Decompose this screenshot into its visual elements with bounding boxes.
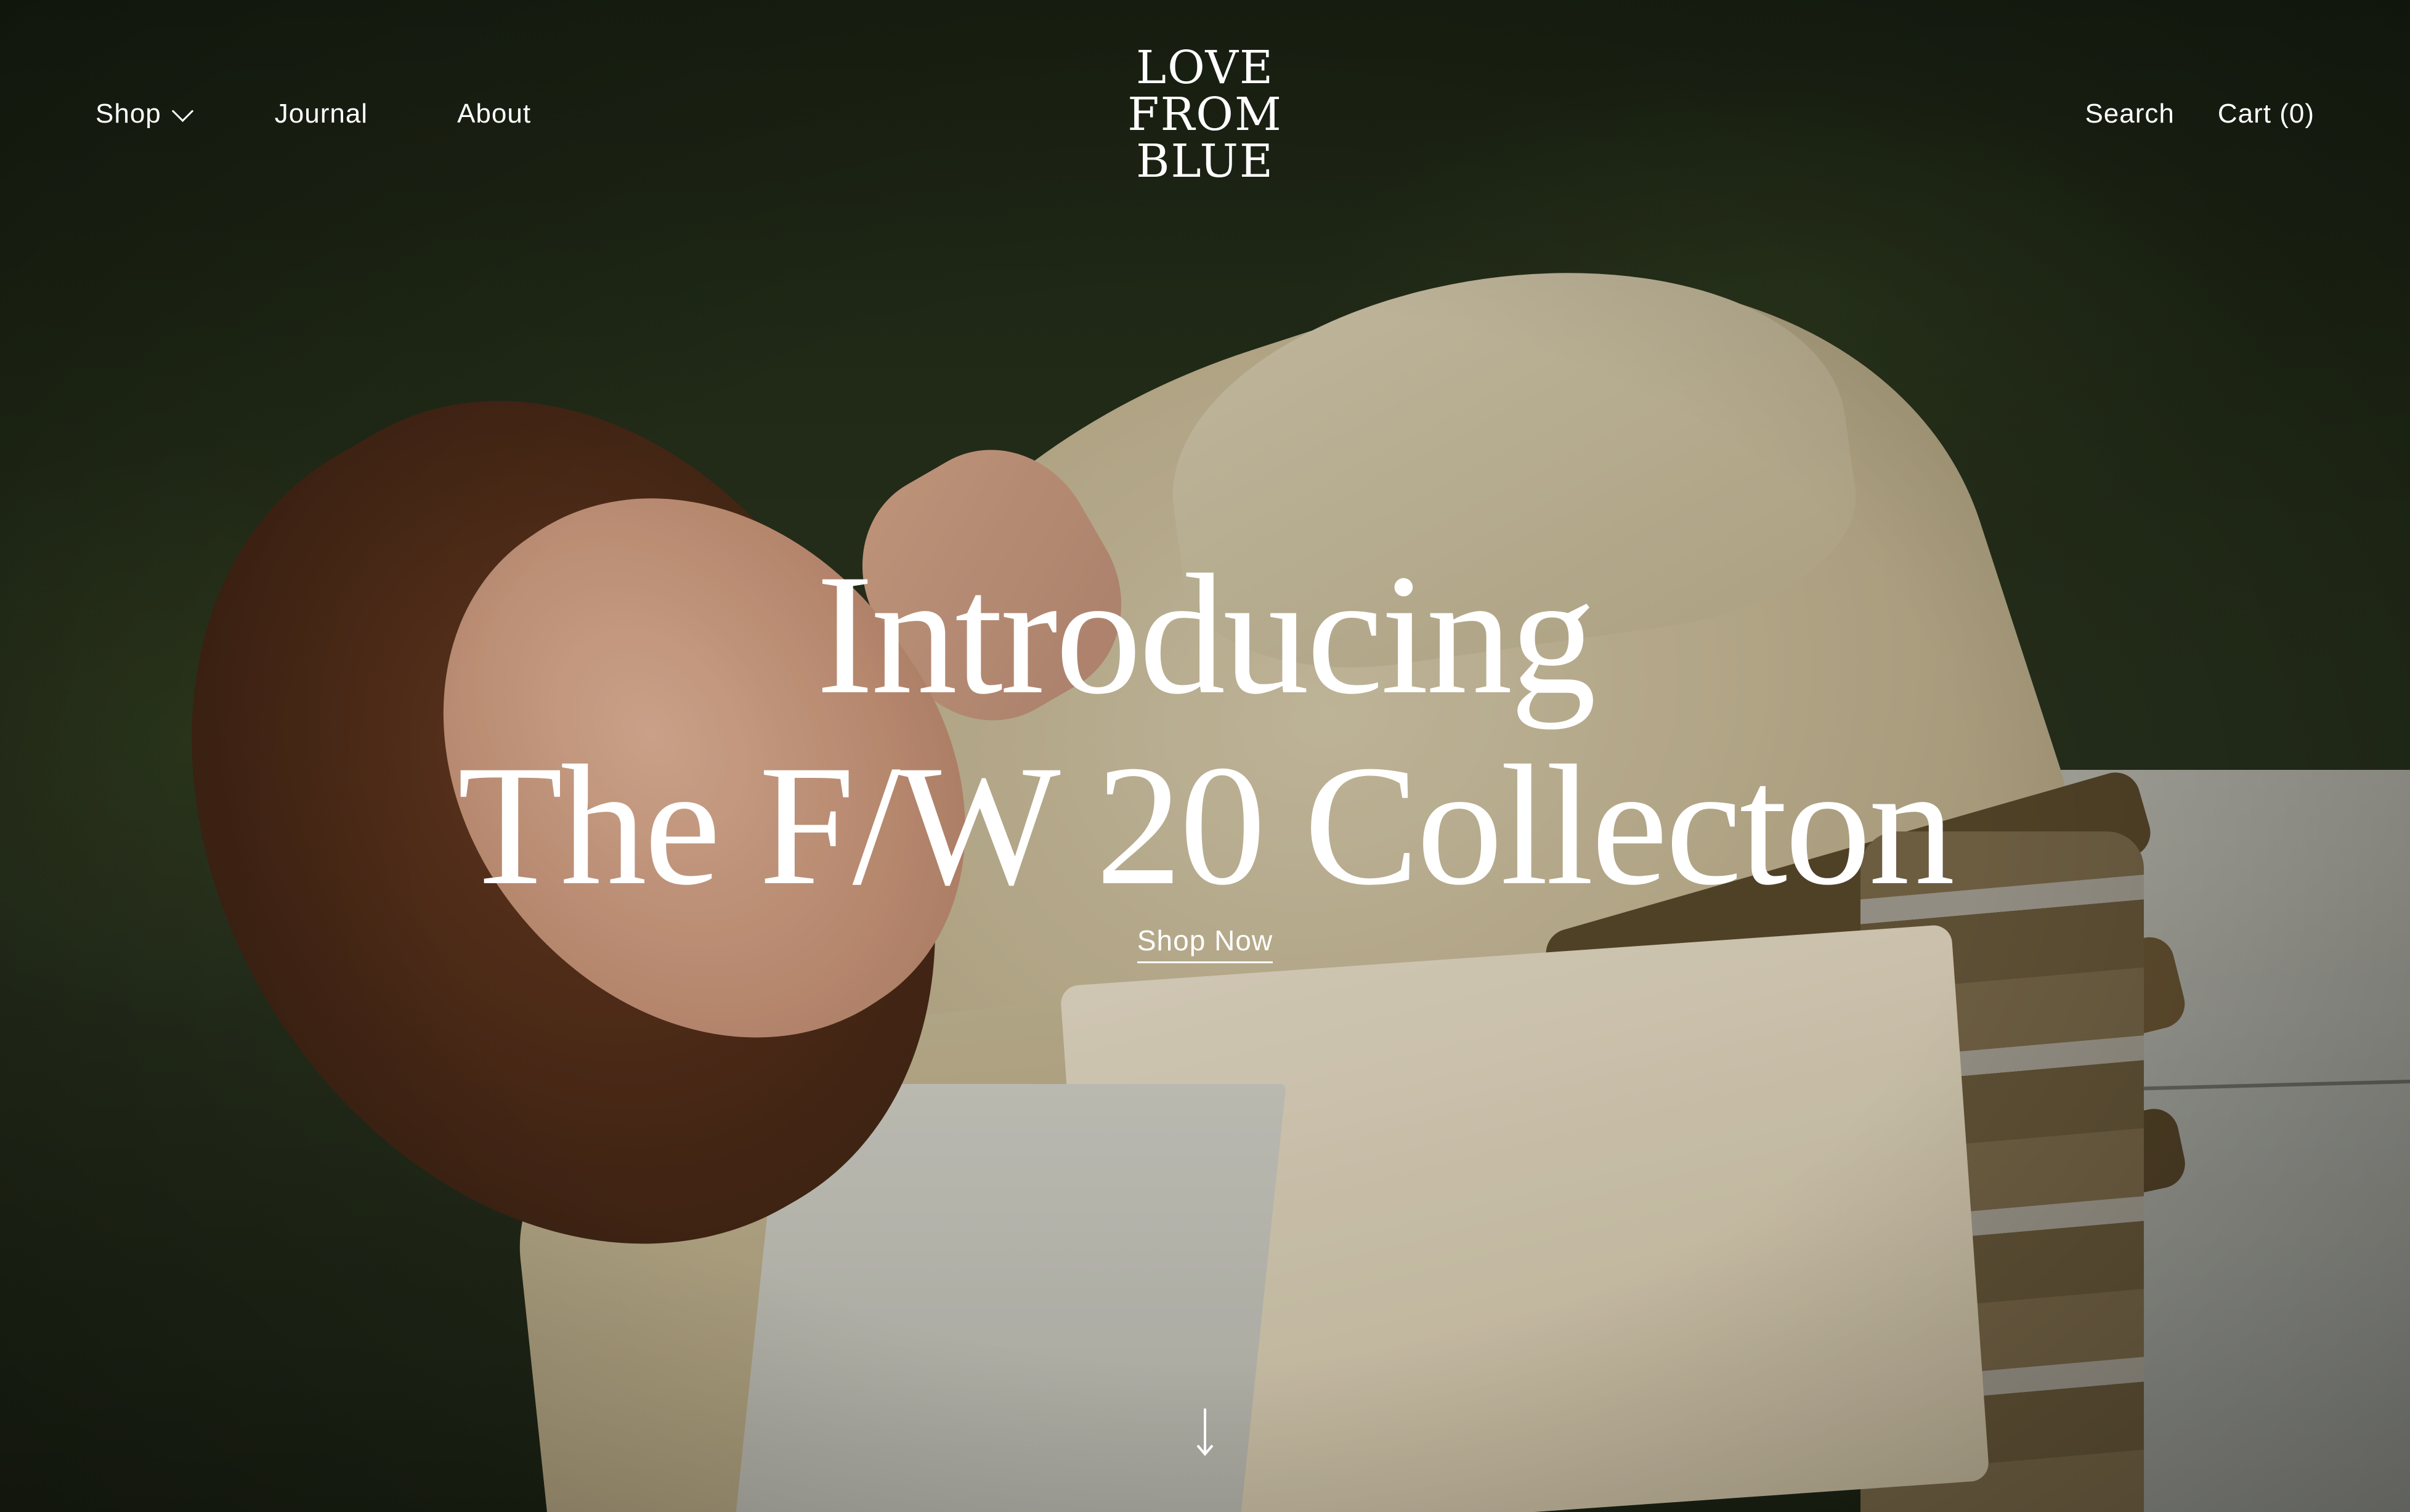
- chevron-down-icon: [171, 100, 193, 122]
- hero-headline-line2: The F/W 20 Collecton: [457, 729, 1955, 921]
- search-link[interactable]: Search: [2085, 99, 2174, 129]
- nav-journal-link[interactable]: Journal: [275, 99, 368, 129]
- brand-logo[interactable]: LOVE FROM BLUE: [1119, 44, 1291, 185]
- hero-section: Shop Journal About LOVE FROM BLUE Search…: [0, 0, 2410, 1512]
- primary-nav: Shop Journal About: [95, 99, 531, 129]
- hero-cta-wrap: Shop Now: [0, 924, 2410, 963]
- nav-shop-label: Shop: [95, 99, 161, 129]
- nav-shop-link[interactable]: Shop: [95, 99, 193, 129]
- arrow-down-icon[interactable]: [1196, 1407, 1214, 1457]
- nav-about-link[interactable]: About: [457, 99, 531, 129]
- logo-line: BLUE: [1136, 135, 1274, 188]
- logo-line: LOVE: [1136, 41, 1274, 94]
- logo-line: FROM: [1127, 88, 1283, 141]
- utility-nav: Search Cart (0): [2085, 99, 2315, 129]
- shop-now-link[interactable]: Shop Now: [1137, 924, 1273, 963]
- hero-headline-line1: Introducing: [816, 538, 1596, 730]
- cart-link[interactable]: Cart (0): [2218, 99, 2315, 129]
